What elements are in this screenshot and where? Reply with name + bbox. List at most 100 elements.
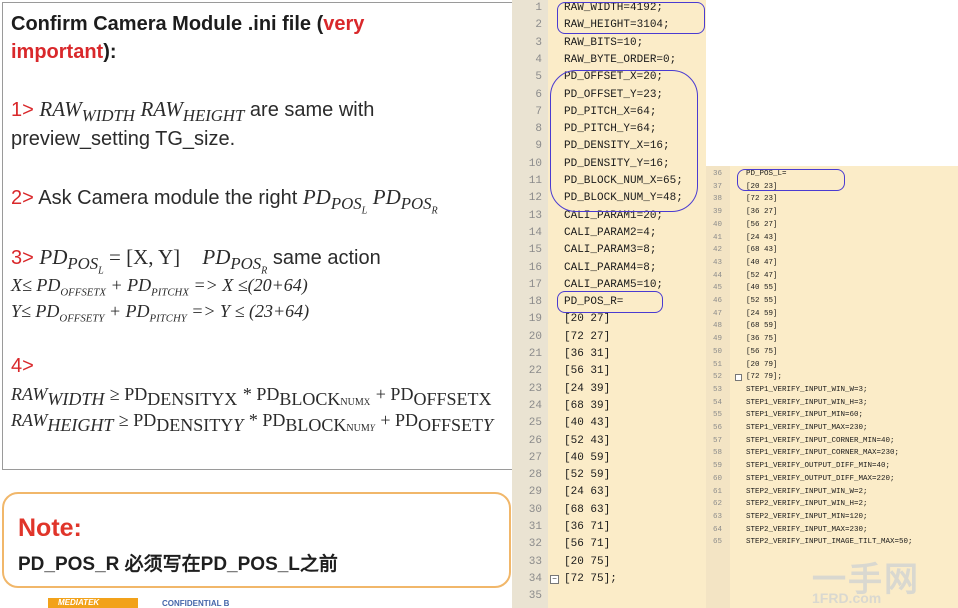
- code-line[interactable]: 29 [24 63]: [512, 484, 706, 501]
- code-line[interactable]: 46 [52 55]: [706, 295, 958, 308]
- line-text: STEP2_VERIFY_INPUT_MIN=120;: [746, 512, 868, 521]
- code-line[interactable]: 63 STEP2_VERIFY_INPUT_MIN=120;: [706, 511, 958, 524]
- code-line[interactable]: 58 STEP1_VERIFY_INPUT_CORNER_MAX=230;: [706, 447, 958, 460]
- code-line[interactable]: 52 [72 79];: [706, 371, 958, 384]
- line-number: 15: [528, 244, 542, 257]
- code-line[interactable]: 38 [72 23]: [706, 193, 958, 206]
- code-line[interactable]: 62 STEP2_VERIFY_INPUT_WIN_H=2;: [706, 498, 958, 511]
- code-line[interactable]: 50 [56 75]: [706, 346, 958, 359]
- title-emphasis: very: [323, 13, 365, 35]
- line-number: 33: [528, 555, 542, 568]
- item-4-number-line: 4>: [11, 355, 34, 378]
- code-line[interactable]: 44 [52 47]: [706, 270, 958, 283]
- line-number: 60: [712, 474, 722, 483]
- line-number: 42: [712, 246, 722, 255]
- code-line[interactable]: 64 STEP2_VERIFY_INPUT_MAX=230;: [706, 524, 958, 537]
- code-line[interactable]: 4 RAW_BYTE_ORDER=0;: [512, 52, 706, 69]
- watermark-sub: 1FRD.com: [812, 590, 882, 606]
- code-line[interactable]: 14 CALI_PARAM2=4;: [512, 225, 706, 242]
- code-line[interactable]: 56 STEP1_VERIFY_INPUT_MAX=230;: [706, 422, 958, 435]
- code-line[interactable]: 20 [72 27]: [512, 329, 706, 346]
- code-line[interactable]: 65 STEP2_VERIFY_INPUT_IMAGE_TILT_MAX=50;: [706, 536, 958, 549]
- code-line[interactable]: 54 STEP1_VERIFY_INPUT_WIN_H=3;: [706, 397, 958, 410]
- line-number: 3: [535, 36, 542, 49]
- line-text: [20 79]: [746, 360, 778, 369]
- line-number: 5: [535, 71, 542, 84]
- code-line[interactable]: 60 STEP1_VERIFY_OUTPUT_DIFF_MAX=220;: [706, 473, 958, 486]
- line-text: STEP1_VERIFY_INPUT_MAX=230;: [746, 424, 868, 432]
- line-number: 44: [712, 271, 722, 280]
- code-line[interactable]: 39 [36 27]: [706, 206, 958, 219]
- code-line[interactable]: 55 STEP1_VERIFY_INPUT_MIN=60;: [706, 409, 958, 422]
- line-number: 27: [528, 451, 542, 464]
- code-line[interactable]: 15 CALI_PARAM3=8;: [512, 242, 706, 259]
- line-text: [52 43]: [564, 434, 611, 447]
- line-text: [68 43]: [746, 246, 778, 255]
- title-emphasis-2: important: [11, 41, 104, 63]
- line-number: 32: [528, 538, 542, 551]
- code-line[interactable]: 24 [68 39]: [512, 398, 706, 415]
- line-number: 56: [712, 424, 722, 432]
- ini-editor-secondary[interactable]: 36 PD_POS_L= 37 [20 23] 38 [72 23] 39 [36 27] 40…: [706, 166, 958, 608]
- line-text: [72 23]: [746, 195, 778, 204]
- slide-text-panel: Confirm Camera Module .ini file (very im…: [2, 2, 513, 470]
- line-number: 49: [712, 335, 722, 344]
- code-line[interactable]: 16 CALI_PARAM4=8;: [512, 260, 706, 277]
- line-number: 25: [528, 417, 542, 430]
- code-line[interactable]: 25 [40 43]: [512, 415, 706, 432]
- fold-toggle-icon[interactable]: −: [550, 574, 559, 584]
- code-line[interactable]: 31 [36 71]: [512, 519, 706, 536]
- line-text: [40 47]: [746, 258, 778, 267]
- code-line[interactable]: 49 [36 75]: [706, 333, 958, 346]
- code-line[interactable]: 42 [68 43]: [706, 244, 958, 257]
- line-number: 31: [528, 521, 542, 533]
- code-line[interactable]: 41 [24 43]: [706, 232, 958, 245]
- code-line[interactable]: 45 [40 55]: [706, 282, 958, 295]
- code-line[interactable]: 57 STEP1_VERIFY_INPUT_CORNER_MIN=40;: [706, 435, 958, 448]
- code-line[interactable]: 35: [512, 588, 706, 605]
- code-line[interactable]: 22 [56 31]: [512, 363, 706, 380]
- line-number: 65: [712, 538, 722, 547]
- line-text: [56 27]: [746, 220, 778, 229]
- code-line[interactable]: 34 [72 75]; −: [512, 571, 706, 588]
- code-line[interactable]: 43 [40 47]: [706, 257, 958, 270]
- line-number: 18: [528, 296, 542, 309]
- line-number: 43: [712, 258, 722, 267]
- line-number: 54: [712, 398, 722, 407]
- code-line[interactable]: 26 [52 43]: [512, 433, 706, 450]
- code-line[interactable]: 48 [68 59]: [706, 320, 958, 333]
- line-number: 12: [528, 192, 542, 205]
- line-text: [72 27]: [564, 330, 611, 343]
- code-line[interactable]: 32 [56 71]: [512, 536, 706, 553]
- item-2-text: Ask Camera module the right: [38, 187, 298, 209]
- code-line[interactable]: 33 [20 75]: [512, 554, 706, 571]
- code-line[interactable]: 28 [52 59]: [512, 467, 706, 484]
- code-line[interactable]: 47 [24 59]: [706, 308, 958, 321]
- code-line[interactable]: 21 [36 31]: [512, 346, 706, 363]
- code-line[interactable]: 53 STEP1_VERIFY_INPUT_WIN_W=3;: [706, 384, 958, 397]
- code-line[interactable]: 59 STEP1_VERIFY_OUTPUT_DIFF_MIN=40;: [706, 460, 958, 473]
- line-number: 7: [535, 105, 542, 118]
- code-line[interactable]: 30 [68 63]: [512, 502, 706, 519]
- pd-pos-l-formula: PDPOSL: [302, 185, 368, 217]
- line-number: 35: [528, 590, 542, 603]
- line-text: STEP2_VERIFY_INPUT_MAX=230;: [746, 525, 868, 534]
- code-line[interactable]: 19 [20 27]: [512, 311, 706, 328]
- fold-toggle-icon[interactable]: [735, 374, 742, 382]
- title-text: Confirm Camera Module .ini file (: [11, 13, 324, 35]
- line-text: CALI_PARAM3=8;: [564, 244, 657, 257]
- code-line[interactable]: 3 RAW_BITS=10;: [512, 35, 706, 52]
- line-number: 6: [535, 88, 542, 101]
- line-number: 10: [528, 157, 542, 170]
- line-text: STEP2_VERIFY_INPUT_WIN_H=2;: [746, 500, 868, 509]
- code-line[interactable]: 61 STEP2_VERIFY_INPUT_WIN_W=2;: [706, 486, 958, 499]
- code-line[interactable]: 23 [24 39]: [512, 381, 706, 398]
- code-line[interactable]: 51 [20 79]: [706, 359, 958, 372]
- line-text: [40 59]: [564, 451, 611, 464]
- code-line[interactable]: 27 [40 59]: [512, 450, 706, 467]
- confidential-label: CONFIDENTIAL B: [162, 599, 230, 608]
- line-number: 46: [712, 297, 722, 305]
- code-line[interactable]: 40 [56 27]: [706, 219, 958, 232]
- item-3-number: 3>: [11, 247, 34, 269]
- line-text: STEP1_VERIFY_INPUT_WIN_H=3;: [746, 398, 868, 407]
